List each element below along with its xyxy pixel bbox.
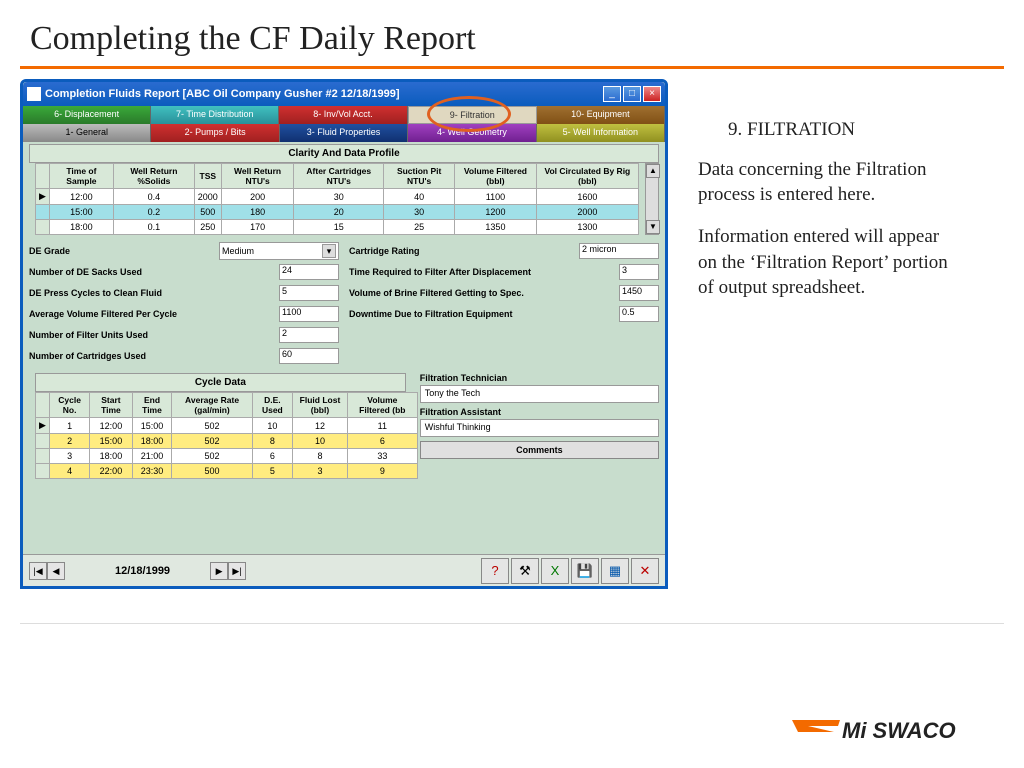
tab-time-distribution[interactable]: 7- Time Distribution (151, 106, 279, 124)
nav-next-button[interactable]: ▶ (210, 562, 228, 580)
cycle-title: Cycle Data (35, 373, 406, 392)
table-row: ▶12:000.42000200304011001600 (36, 189, 639, 205)
time-required-input[interactable]: 3 (619, 264, 659, 280)
help-button[interactable]: ? (481, 558, 509, 584)
exit-button[interactable]: ✕ (631, 558, 659, 584)
table-row: 18:000.1250170152513501300 (36, 220, 639, 235)
nav-first-button[interactable]: |◀ (29, 562, 47, 580)
filter-units-input[interactable]: 2 (279, 327, 339, 343)
avg-volume-input[interactable]: 1100 (279, 306, 339, 322)
tab-displacement[interactable]: 6- Displacement (23, 106, 151, 124)
notes-panel: 9. FILTRATION Data concerning the Filtra… (698, 79, 958, 589)
cartridge-rating-input[interactable]: 2 micron (579, 243, 659, 259)
tools-button[interactable]: ⚒ (511, 558, 539, 584)
nav-prev-button[interactable]: ◀ (47, 562, 65, 580)
scroll-down-button[interactable]: ▼ (646, 220, 660, 234)
comments-button[interactable]: Comments (420, 441, 659, 459)
press-cycles-input[interactable]: 5 (279, 285, 339, 301)
app-window: Completion Fluids Report [ABC Oil Compan… (20, 79, 668, 589)
clarity-table[interactable]: Time of SampleWell Return %SolidsTSSWell… (35, 163, 639, 235)
tabs-row-2: 1- General 2- Pumps / Bits 3- Fluid Prop… (23, 124, 665, 142)
excel-export-button[interactable]: X (541, 558, 569, 584)
table-row: 318:0021:005026833 (36, 449, 418, 464)
slide-title: Completing the CF Daily Report (0, 0, 1024, 66)
tab-filtration[interactable]: 9- Filtration (408, 106, 537, 124)
minimize-button[interactable]: _ (603, 86, 621, 102)
date-display: 12/18/1999 (115, 565, 170, 577)
app-icon (27, 87, 41, 101)
de-sacks-input[interactable]: 24 (279, 264, 339, 280)
table-row: 422:0023:30500539 (36, 464, 418, 479)
notes-paragraph: Data concerning the Filtration process i… (698, 157, 958, 208)
params-right: Cartridge Rating2 micron Time Required t… (349, 241, 659, 367)
table-row: 215:0018:005028106 (36, 434, 418, 449)
window-title: Completion Fluids Report [ABC Oil Compan… (45, 88, 601, 100)
assistant-input[interactable]: Wishful Thinking (420, 419, 659, 437)
cycle-table[interactable]: Cycle No.Start TimeEnd TimeAverage Rate … (35, 392, 418, 479)
table-button[interactable]: ▦ (601, 558, 629, 584)
tab-inv-vol[interactable]: 8- Inv/Vol Acct. (279, 106, 407, 124)
close-button[interactable]: × (643, 86, 661, 102)
tab-fluid-properties[interactable]: 3- Fluid Properties (280, 124, 408, 142)
maximize-button[interactable]: □ (623, 86, 641, 102)
tab-general[interactable]: 1- General (23, 124, 151, 142)
notes-paragraph: Information entered will appear on the ‘… (698, 224, 958, 301)
tab-well-information[interactable]: 5- Well Information (537, 124, 665, 142)
de-grade-select[interactable]: Medium▾ (219, 242, 339, 260)
tab-equipment[interactable]: 10- Equipment (537, 106, 665, 124)
tab-well-geometry[interactable]: 4- Well Geometry (408, 124, 536, 142)
tabs-row-1: 6- Displacement 7- Time Distribution 8- … (23, 106, 665, 124)
titlebar: Completion Fluids Report [ABC Oil Compan… (23, 82, 665, 106)
svg-text:Mi SWACO: Mi SWACO (842, 718, 956, 743)
divider (20, 66, 1004, 69)
chevron-down-icon: ▾ (322, 244, 336, 258)
scroll-up-button[interactable]: ▲ (646, 164, 660, 178)
nav-last-button[interactable]: ▶| (228, 562, 246, 580)
technician-panel: Filtration Technician Tony the Tech Filt… (420, 371, 659, 479)
brine-volume-input[interactable]: 1450 (619, 285, 659, 301)
footer-divider (20, 623, 1004, 624)
params-left: DE Grade Medium▾ Number of DE Sacks Used… (29, 241, 339, 367)
mi-swaco-logo: Mi SWACO (790, 712, 990, 752)
clarity-title: Clarity And Data Profile (29, 144, 659, 163)
table-row: ▶112:0015:00502101211 (36, 418, 418, 434)
notes-heading: 9. FILTRATION (728, 117, 958, 143)
save-button[interactable]: 💾 (571, 558, 599, 584)
downtime-input[interactable]: 0.5 (619, 306, 659, 322)
table-row: 15:000.2500180203012002000 (36, 205, 639, 220)
technician-input[interactable]: Tony the Tech (420, 385, 659, 403)
tab-pumps[interactable]: 2- Pumps / Bits (151, 124, 279, 142)
bottom-bar: |◀ ◀ 12/18/1999 ▶ ▶| ? ⚒ X 💾 ▦ ✕ (23, 554, 665, 586)
cartridges-input[interactable]: 60 (279, 348, 339, 364)
